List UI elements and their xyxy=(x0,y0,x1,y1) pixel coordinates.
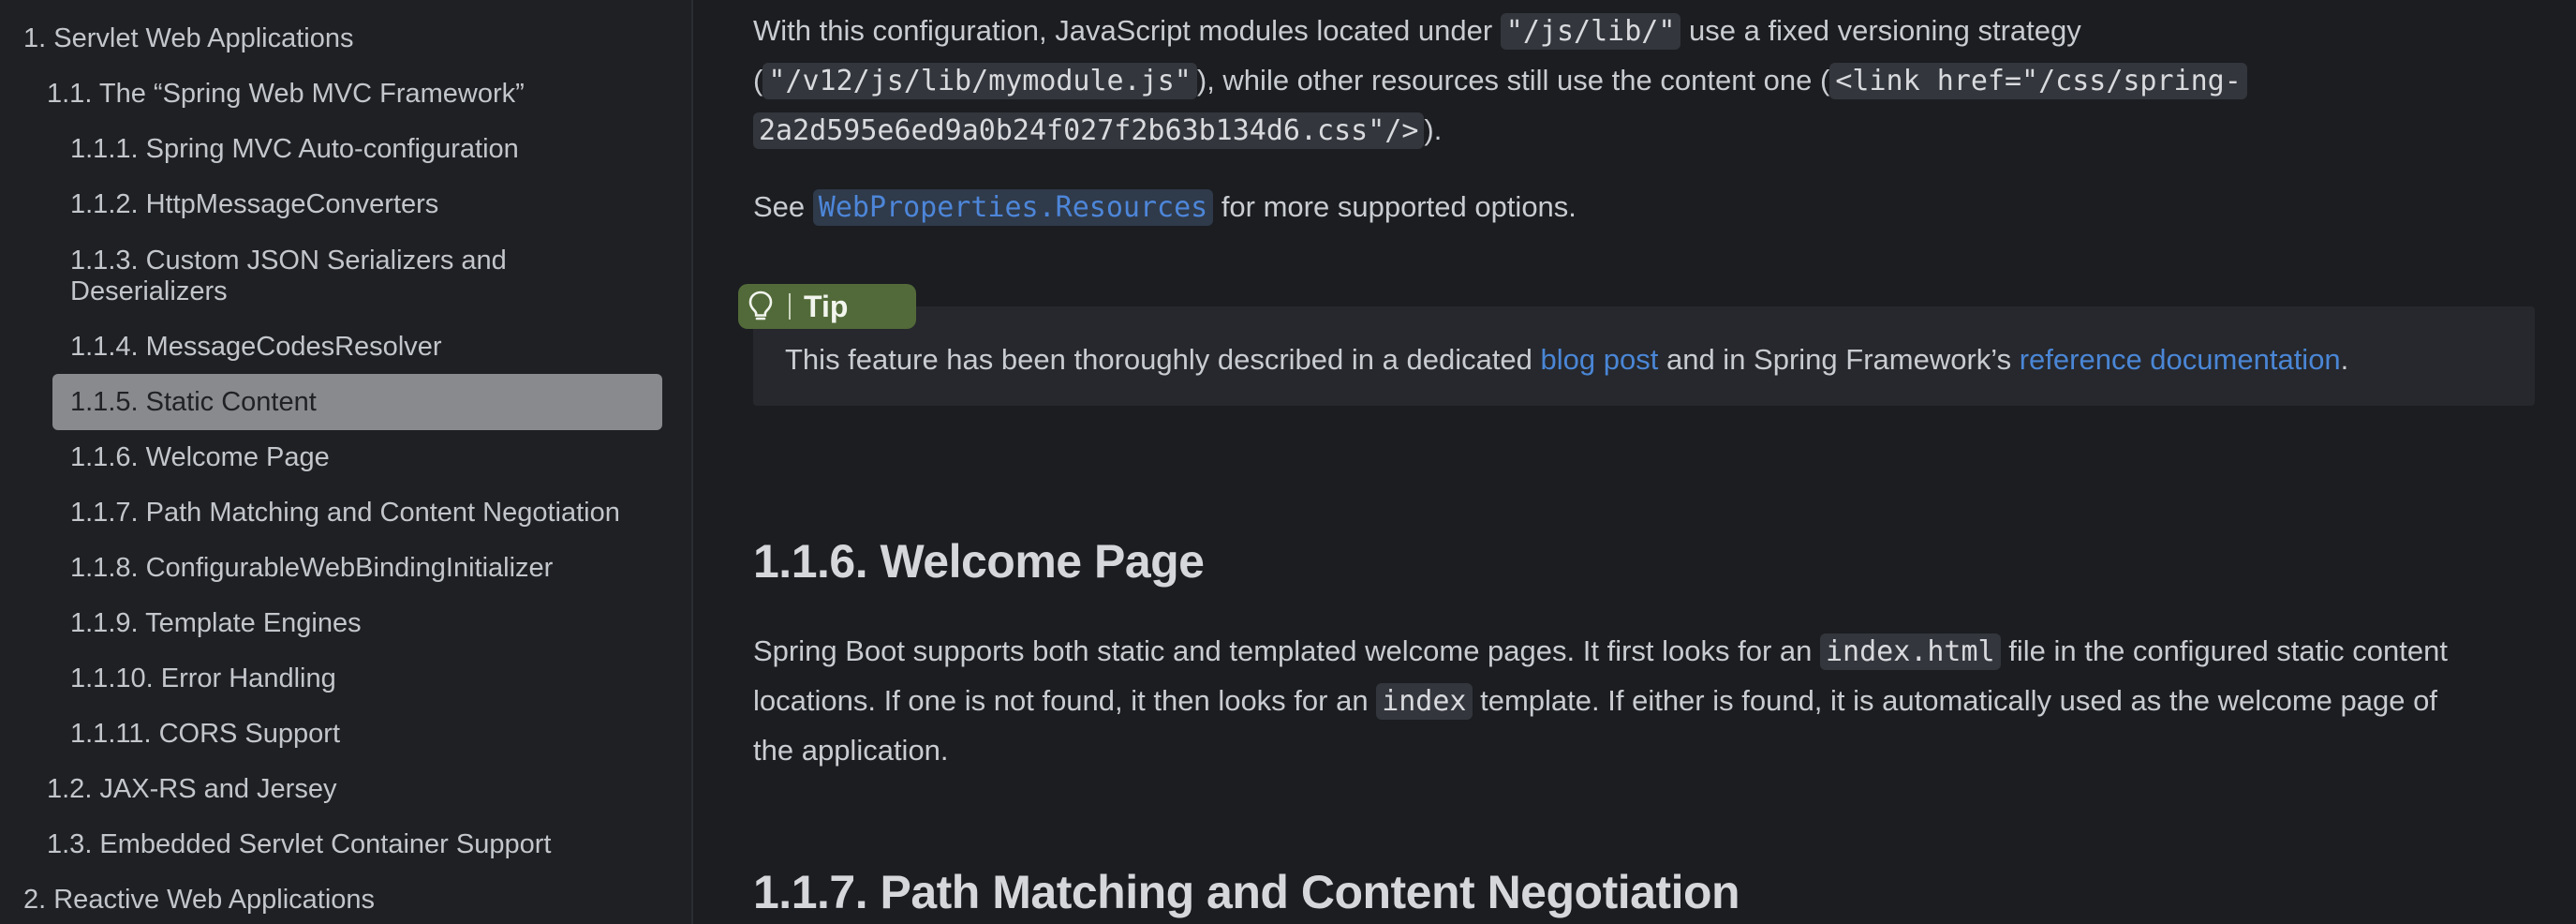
main-content: With this configuration, JavaScript modu… xyxy=(695,0,2576,924)
toc-item-http-message-converters[interactable]: 1.1.2. HttpMessageConverters xyxy=(70,189,438,220)
tip-separator xyxy=(789,293,791,320)
page: 1. Servlet Web Applications 1.1. The “Sp… xyxy=(0,0,2576,924)
toc-item-servlet-web-applications[interactable]: 1. Servlet Web Applications xyxy=(23,23,354,54)
toc-item-configurable-web-binding-initializer[interactable]: 1.1.8. ConfigurableWebBindingInitializer xyxy=(70,553,553,584)
blog-post-link[interactable]: blog post xyxy=(1541,343,1659,376)
toc-item-jax-rs-jersey[interactable]: 1.2. JAX-RS and Jersey xyxy=(47,774,336,805)
toc-item-path-matching[interactable]: 1.1.7. Path Matching and Content Negotia… xyxy=(70,498,620,529)
toc-item-welcome-page[interactable]: 1.1.6. Welcome Page xyxy=(70,442,330,473)
lightbulb-icon xyxy=(738,284,783,329)
toc-item-static-content[interactable]: 1.1.5. Static Content xyxy=(70,387,317,418)
heading-welcome-page: 1.1.6. Welcome Page xyxy=(753,535,1205,588)
code-index-html: index.html xyxy=(1820,633,2001,670)
toc-item-custom-json-serializers[interactable]: 1.1.3. Custom JSON Serializers and Deser… xyxy=(70,246,595,307)
code-link-href: <link href="/css/spring- xyxy=(1829,63,2247,99)
code-js-lib: "/js/lib/" xyxy=(1500,13,1681,50)
reference-documentation-link[interactable]: reference documentation xyxy=(2020,343,2341,376)
toc-item-error-handling[interactable]: 1.1.10. Error Handling xyxy=(70,663,336,694)
web-properties-resources-link[interactable]: WebProperties.Resources xyxy=(812,189,1214,226)
paragraph-versioning-strategy: With this configuration, JavaScript modu… xyxy=(753,7,2533,156)
toc-sidebar: 1. Servlet Web Applications 1.1. The “Sp… xyxy=(0,0,693,924)
tip-label: Tip xyxy=(804,289,849,323)
heading-path-matching: 1.1.7. Path Matching and Content Negotia… xyxy=(753,866,1740,918)
toc-item-reactive-web-applications[interactable]: 2. Reactive Web Applications xyxy=(23,885,375,916)
tip-badge: Tip xyxy=(738,284,916,329)
toc-item-mvc-auto-configuration[interactable]: 1.1.1. Spring MVC Auto-configuration xyxy=(70,134,519,165)
tip-text: This feature has been thoroughly describ… xyxy=(785,343,2349,376)
code-css-hash: 2a2d595e6ed9a0b24f027f2b63b134d6.css"/> xyxy=(753,112,1425,149)
code-index: index xyxy=(1376,683,1473,720)
toc-item-template-engines[interactable]: 1.1.9. Template Engines xyxy=(70,608,362,639)
toc-item-spring-web-mvc[interactable]: 1.1. The “Spring Web MVC Framework” xyxy=(47,79,525,110)
toc-item-message-codes-resolver[interactable]: 1.1.4. MessageCodesResolver xyxy=(70,332,442,363)
paragraph-welcome-page: Spring Boot supports both static and tem… xyxy=(753,633,2448,767)
code-mymodule-path: "/v12/js/lib/mymodule.js" xyxy=(762,63,1197,99)
toc-item-embedded-servlet-container[interactable]: 1.3. Embedded Servlet Container Support xyxy=(47,829,551,860)
toc-item-cors-support[interactable]: 1.1.11. CORS Support xyxy=(70,719,340,750)
paragraph-see-options: See WebProperties.Resources for more sup… xyxy=(753,189,1577,226)
